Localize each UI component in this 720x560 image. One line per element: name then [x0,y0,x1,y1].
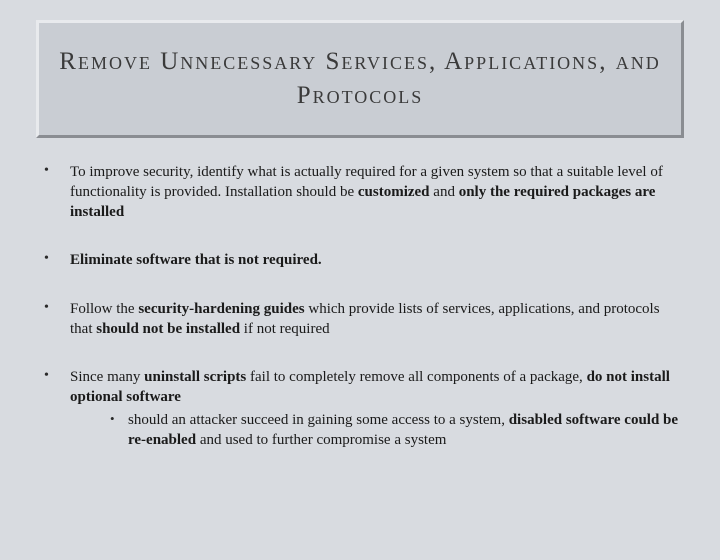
slide-title: Remove Unnecessary Services, Application… [49,45,671,113]
text: fail to completely remove all components… [246,369,586,385]
text: Follow the [70,301,138,317]
text: Since many [70,369,144,385]
text: should an attacker succeed in gaining so… [128,412,509,428]
text-bold: security-hardening guides [138,301,304,317]
bullet-item: Eliminate software that is not required. [36,250,684,270]
text-bold: uninstall scripts [144,369,246,385]
text: and [430,184,459,200]
text-bold: customized [358,184,430,200]
text-bold: Eliminate software that is not required. [70,252,322,268]
bullet-list: To improve security, identify what is ac… [36,162,684,451]
bullet-item: Since many uninstall scripts fail to com… [36,367,684,450]
bullet-item: To improve security, identify what is ac… [36,162,684,223]
bullet-item: Follow the security-hardening guides whi… [36,299,684,340]
text: and used to further compromise a system [196,432,446,448]
title-box: Remove Unnecessary Services, Application… [36,20,684,138]
slide-content: To improve security, identify what is ac… [0,138,720,451]
sub-bullet-list: should an attacker succeed in gaining so… [70,410,684,451]
text-bold: should not be installed [96,321,240,337]
text: if not required [240,321,330,337]
sub-bullet-item: should an attacker succeed in gaining so… [70,410,684,451]
